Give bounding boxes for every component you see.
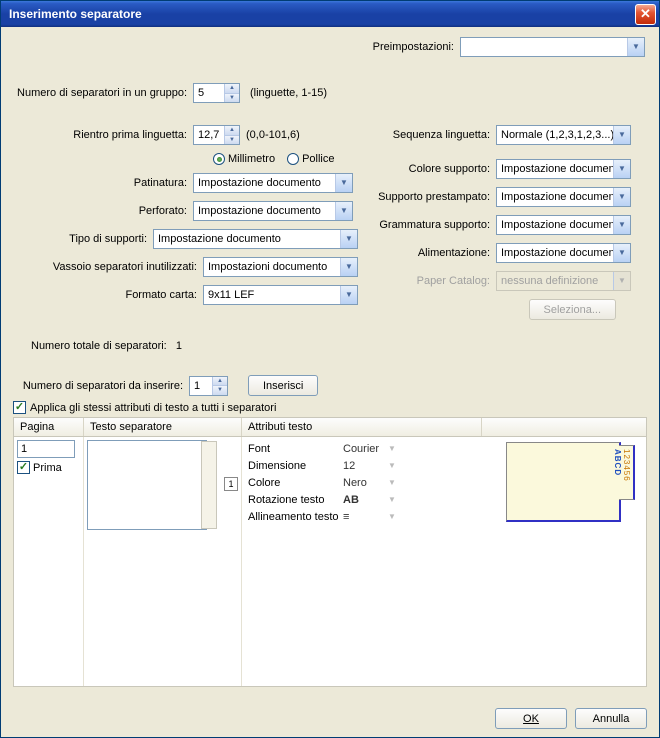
chevron-down-icon: ▼ (335, 202, 352, 220)
radio-in[interactable] (287, 153, 299, 165)
spin-up-icon[interactable]: ▲ (212, 377, 227, 387)
colore-label: Colore supporto: (366, 163, 496, 175)
spin-down-icon[interactable]: ▼ (212, 386, 227, 395)
vassoio-combo[interactable]: Impostazioni documento ▼ (203, 257, 358, 277)
rientro-label: Rientro prima linguetta: (13, 129, 193, 141)
patinatura-label: Patinatura: (13, 177, 193, 189)
prima-checkbox[interactable] (17, 461, 30, 474)
spin-down-icon[interactable]: ▼ (224, 136, 239, 145)
num-group-input[interactable] (194, 84, 224, 102)
perforato-label: Perforato: (13, 205, 193, 217)
vassoio-label: Vassoio separatori inutilizzati: (13, 261, 203, 273)
radio-mm-label: Millimetro (228, 153, 275, 165)
presets-label: Preimpostazioni: (373, 41, 460, 53)
col-attr: Attributi testo (242, 418, 482, 436)
chevron-down-icon: ▼ (340, 258, 357, 276)
grammatura-combo[interactable]: Impostazione documento ▼ (496, 215, 631, 235)
spin-up-icon[interactable]: ▲ (224, 126, 239, 136)
col-testo: Testo separatore (84, 418, 242, 436)
chevron-down-icon: ▼ (613, 216, 630, 234)
testo-textarea[interactable] (87, 440, 207, 530)
patinatura-combo[interactable]: Impostazione documento ▼ (193, 173, 353, 193)
radio-mm[interactable] (213, 153, 225, 165)
ok-button[interactable]: OK (495, 708, 567, 729)
chevron-down-icon: ▼ (613, 160, 630, 178)
inserire-input[interactable] (190, 377, 212, 395)
window-title: Inserimento separatore (9, 7, 142, 21)
chevron-down-icon: ▼ (613, 188, 630, 206)
presets-combo[interactable]: ▼ (460, 37, 645, 57)
marker: 1 (224, 477, 238, 491)
tipo-combo[interactable]: Impostazione documento ▼ (153, 229, 358, 249)
alimentazione-label: Alimentazione: (366, 247, 496, 259)
spin-down-icon[interactable]: ▼ (224, 94, 239, 103)
apply-checkbox[interactable] (13, 401, 26, 414)
chevron-down-icon: ▼ (613, 244, 630, 262)
align-icon: ≡ (343, 511, 388, 523)
chevron-down-icon: ▼ (335, 174, 352, 192)
chevron-down-icon: ▼ (340, 230, 357, 248)
inserire-label: Numero di separatori da inserire: (13, 380, 189, 392)
inserisci-button[interactable]: Inserisci (248, 375, 318, 396)
pagina-input[interactable] (17, 440, 75, 458)
apply-label: Applica gli stessi attributi di testo a … (30, 402, 276, 414)
num-group-label: Numero di separatori in un gruppo: (13, 87, 193, 99)
chevron-down-icon[interactable]: ▼ (388, 444, 396, 453)
alimentazione-combo[interactable]: Impostazione documento ▼ (496, 243, 631, 263)
titlebar: Inserimento separatore ✕ (1, 1, 659, 27)
prestampato-combo[interactable]: Impostazione documento ▼ (496, 187, 631, 207)
formato-label: Formato carta: (13, 289, 203, 301)
col-pagina: Pagina (14, 418, 84, 436)
inserire-spinner[interactable]: ▲▼ (189, 376, 228, 396)
chevron-down-icon: ▼ (340, 286, 357, 304)
seleziona-button: Seleziona... (529, 299, 616, 320)
num-group-spinner[interactable]: ▲▼ (193, 83, 240, 103)
colore-combo[interactable]: Impostazione documento ▼ (496, 159, 631, 179)
catalog-combo: nessuna definizione ▼ (496, 271, 631, 291)
formato-combo[interactable]: 9x11 LEF ▼ (203, 285, 358, 305)
chevron-down-icon[interactable]: ▼ (388, 478, 396, 487)
spin-up-icon[interactable]: ▲ (224, 84, 239, 94)
catalog-label: Paper Catalog: (366, 275, 496, 287)
rientro-input[interactable] (194, 126, 224, 144)
chevron-down-icon: ▼ (613, 126, 630, 144)
table-header: Pagina Testo separatore Attributi testo (13, 417, 647, 437)
rientro-hint: (0,0-101,6) (246, 129, 300, 141)
perforato-combo[interactable]: Impostazione documento ▼ (193, 201, 353, 221)
grammatura-label: Grammatura supporto: (366, 219, 496, 231)
chevron-down-icon[interactable]: ▼ (388, 512, 396, 521)
totale-value: 1 (176, 340, 182, 352)
chevron-down-icon[interactable]: ▼ (388, 461, 396, 470)
scrollbar[interactable] (201, 441, 217, 529)
sequenza-label: Sequenza linguetta: (366, 129, 496, 141)
chevron-down-icon: ▼ (613, 272, 630, 290)
sequenza-combo[interactable]: Normale (1,2,3,1,2,3...) ▼ (496, 125, 631, 145)
cancel-button[interactable]: Annulla (575, 708, 647, 729)
num-group-hint: (linguette, 1-15) (250, 87, 327, 99)
radio-in-label: Pollice (302, 153, 334, 165)
prima-label: Prima (33, 462, 62, 474)
chevron-down-icon[interactable]: ▼ (388, 495, 396, 504)
chevron-down-icon: ▼ (627, 38, 644, 56)
tab-preview: ABCD 123456 (506, 442, 636, 537)
totale-label: Numero totale di separatori: (31, 340, 167, 352)
prestampato-label: Supporto prestampato: (366, 191, 496, 203)
tipo-label: Tipo di supporti: (13, 233, 153, 245)
rientro-spinner[interactable]: ▲▼ (193, 125, 240, 145)
close-button[interactable]: ✕ (635, 4, 656, 25)
